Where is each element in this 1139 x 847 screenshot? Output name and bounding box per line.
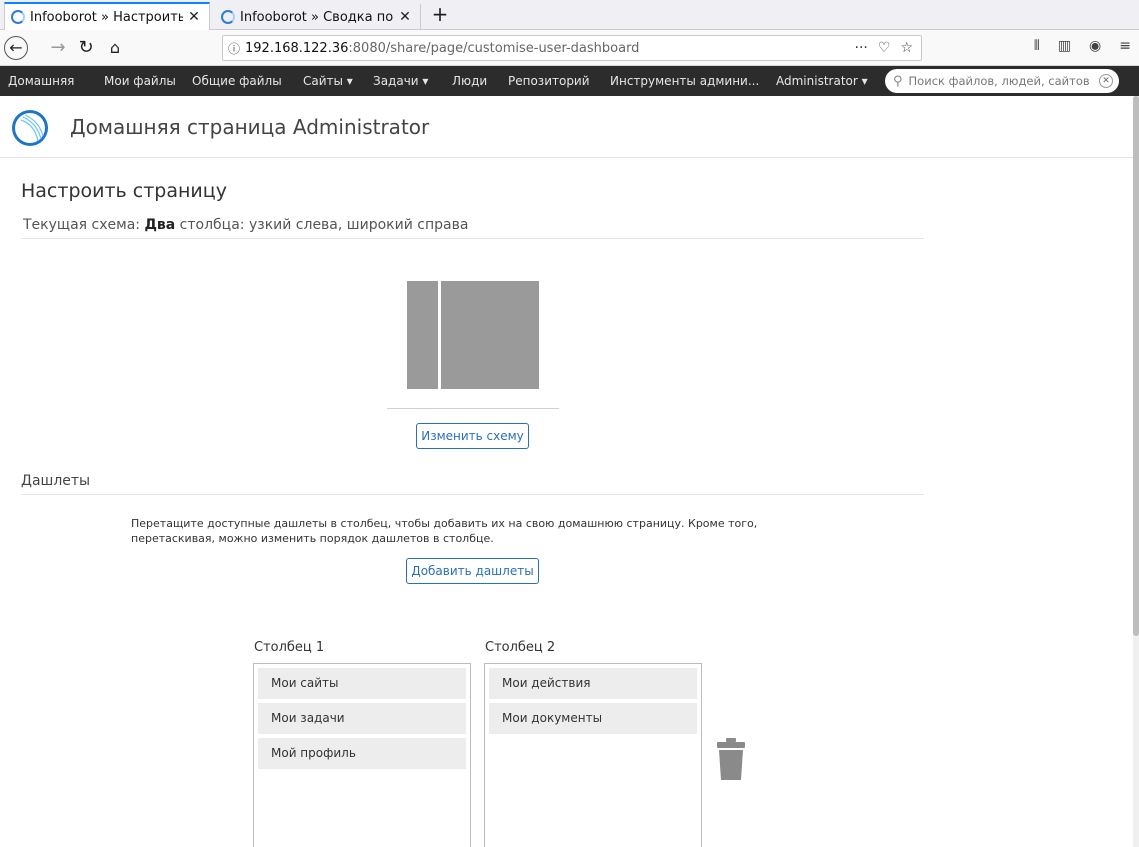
layout-preview: [407, 281, 539, 389]
change-layout-button[interactable]: Изменить схему: [416, 423, 529, 449]
column-1-dropzone[interactable]: Мои сайты Мои задачи Мой профиль: [253, 663, 471, 847]
dashlet-item[interactable]: Мой профиль: [258, 738, 466, 769]
pocket-icon[interactable]: ♡: [878, 40, 891, 56]
forward-arrow-icon[interactable]: →: [46, 36, 70, 60]
browser-tab-customize[interactable]: Infooborot » Настроить с ✕: [4, 2, 210, 30]
divider: [21, 494, 924, 495]
sidebar-icon[interactable]: ▥: [1058, 38, 1071, 54]
nav-sites[interactable]: Сайты ▾: [303, 66, 353, 96]
current-layout-text: Текущая схема: Два столбца: узкий слева,…: [23, 217, 469, 233]
page-header: Домашняя страница Administrator: [0, 96, 1139, 158]
url-path: :8080/share/page/customise-user-dashboar…: [348, 40, 640, 56]
tab-title: Infooborot » Сводка по с: [240, 9, 394, 25]
nav-admin-tools[interactable]: Инструменты админи...: [610, 66, 759, 96]
app-header-bar: Домашняя Мои файлы Общие файлы Сайты ▾ З…: [0, 66, 1139, 96]
site-favicon-icon: [221, 10, 235, 24]
page-scrollbar[interactable]: [1133, 96, 1139, 847]
dashlets-instructions: Перетащите доступные дашлеты в столбец, …: [131, 517, 758, 545]
menu-icon[interactable]: ≡: [1119, 38, 1131, 54]
new-tab-button[interactable]: +: [428, 3, 452, 27]
customize-page-title: Настроить страницу: [21, 180, 227, 202]
column-2-header: Столбец 2: [485, 640, 556, 655]
back-arrow-icon[interactable]: ←: [4, 36, 28, 60]
page-title: Домашняя страница Administrator: [70, 115, 430, 139]
logo-icon: [12, 110, 48, 146]
nav-home[interactable]: Домашняя: [8, 66, 74, 96]
search-icon: ⚲: [893, 73, 903, 89]
column-2-dropzone[interactable]: Мои действия Мои документы: [484, 663, 702, 847]
divider: [21, 238, 924, 239]
nav-repository[interactable]: Репозиторий: [508, 66, 590, 96]
close-tab-icon[interactable]: ✕: [187, 9, 201, 25]
dashlets-section-label: Дашлеты: [21, 473, 91, 489]
site-favicon-icon: [11, 10, 25, 24]
url-host: 192.168.122.36: [245, 40, 349, 56]
reload-icon[interactable]: ↻: [74, 36, 98, 60]
home-icon[interactable]: ⌂: [103, 36, 127, 60]
browser-tab-strip: Infooborot » Настроить с ✕ Infooborot » …: [0, 0, 1139, 30]
trash-icon[interactable]: [717, 738, 745, 780]
nav-shared-files[interactable]: Общие файлы: [192, 66, 282, 96]
nav-tasks[interactable]: Задачи ▾: [373, 66, 428, 96]
url-bar[interactable]: ⓘ 192.168.122.36 :8080/share/page/custom…: [222, 35, 922, 61]
search-input[interactable]: Поиск файлов, людей, сайтов: [909, 74, 1090, 88]
nav-people[interactable]: Люди: [452, 66, 487, 96]
close-tab-icon[interactable]: ✕: [398, 9, 412, 25]
clear-search-icon[interactable]: ✕: [1099, 74, 1113, 88]
nav-my-files[interactable]: Мои файлы: [104, 66, 176, 96]
page-actions-icon[interactable]: ···: [855, 40, 868, 56]
browser-nav-bar: ← → ↻ ⌂ ⓘ 192.168.122.36 :8080/share/pag…: [0, 30, 1139, 66]
bookmark-star-icon[interactable]: ☆: [900, 40, 913, 56]
tab-title: Infooborot » Настроить с: [30, 9, 183, 25]
dashlet-item[interactable]: Мои действия: [489, 668, 697, 699]
global-search[interactable]: ⚲ Поиск файлов, людей, сайтов ✕: [885, 69, 1119, 93]
divider: [387, 408, 559, 409]
scrollbar-thumb[interactable]: [1133, 96, 1139, 636]
site-info-icon[interactable]: ⓘ: [223, 40, 245, 57]
nav-user-menu[interactable]: Administrator ▾: [776, 66, 868, 96]
add-dashlets-button[interactable]: Добавить дашлеты: [406, 558, 539, 584]
dashlet-item[interactable]: Мои сайты: [258, 668, 466, 699]
column-1-header: Столбец 1: [254, 640, 325, 655]
dashlet-item[interactable]: Мои документы: [489, 703, 697, 734]
layout-wide-column: [441, 281, 539, 389]
browser-tab-summary[interactable]: Infooborot » Сводка по с ✕: [215, 4, 421, 30]
layout-narrow-column: [407, 281, 438, 389]
account-icon[interactable]: ◉: [1089, 38, 1101, 54]
library-icon[interactable]: ⫴: [1034, 38, 1040, 54]
dashlet-item[interactable]: Мои задачи: [258, 703, 466, 734]
